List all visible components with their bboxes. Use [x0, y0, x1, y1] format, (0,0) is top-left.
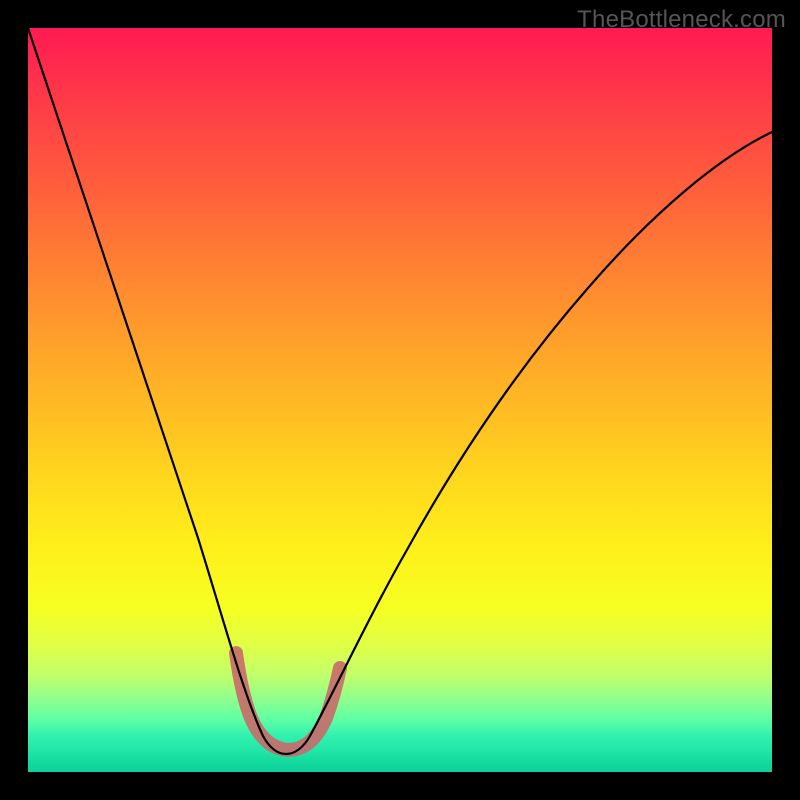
outer-frame: TheBottleneck.com: [0, 0, 800, 800]
bottleneck-curve: [28, 28, 772, 754]
plot-area: [28, 28, 772, 772]
curve-highlight: [236, 653, 340, 750]
chart-svg: [28, 28, 772, 772]
